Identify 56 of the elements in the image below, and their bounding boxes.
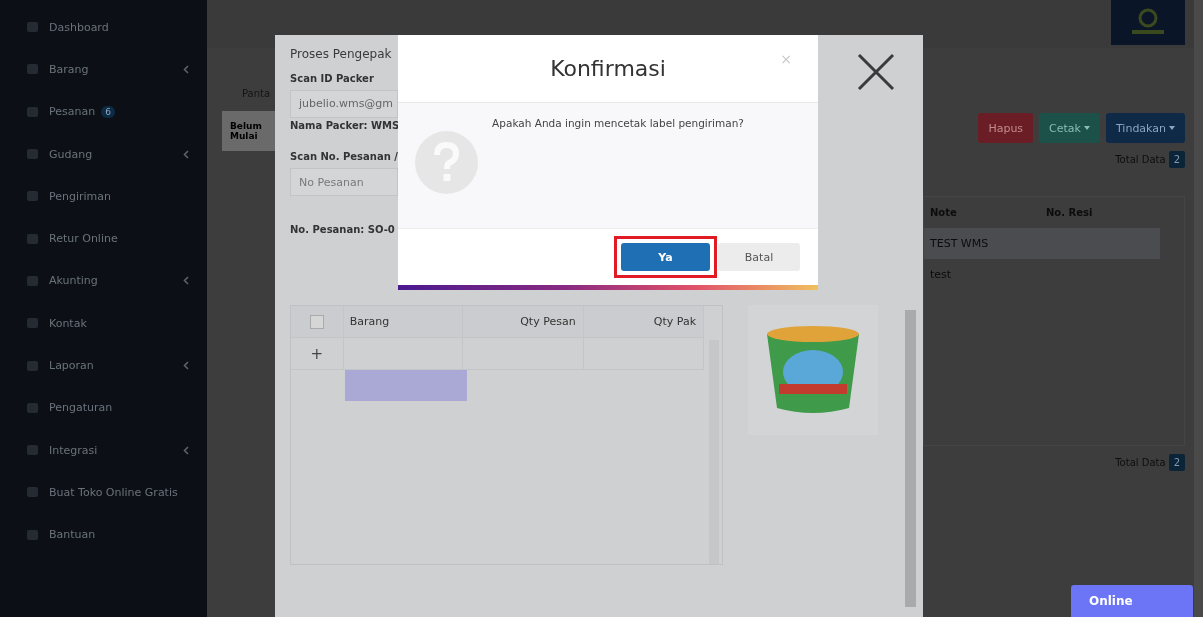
action-button[interactable]: Hapus [978, 113, 1034, 143]
menu-icon [26, 486, 39, 499]
confirm-message: Apakah Anda ingin mencetak label pengiriman? [491, 117, 745, 129]
scrollbar[interactable] [905, 310, 916, 607]
menu-icon [26, 190, 39, 203]
menu-icon [26, 63, 39, 76]
count-badge: 2 [1168, 151, 1185, 168]
chat-button[interactable]: Online [1071, 585, 1193, 617]
sidebar-item[interactable]: Kontak [0, 302, 207, 345]
cancel-button[interactable]: Batal [718, 243, 800, 271]
sidebar-item[interactable]: Pesanan 6 [0, 90, 207, 133]
menu-icon [26, 444, 39, 457]
menu-icon [26, 148, 39, 161]
column-header: Qty Pak [583, 306, 704, 337]
dialog-title: Konfirmasi [550, 56, 666, 81]
count-badge: 6 [101, 105, 115, 118]
menu-icon [26, 401, 39, 414]
sidebar-item[interactable]: Barang [0, 48, 207, 91]
table-row[interactable]: TEST WMS [924, 228, 1160, 259]
sidebar-item[interactable]: Buat Toko Online Gratis [0, 471, 207, 514]
close-icon[interactable] [857, 53, 895, 91]
scrollbar[interactable] [1194, 0, 1203, 617]
field-label: Scan No. Pesanan / [290, 151, 398, 162]
sidebar-item[interactable]: Gudang [0, 132, 207, 176]
order-number: No. Pesanan: SO-0 [290, 224, 395, 235]
input-field[interactable]: No Pesanan [290, 168, 398, 196]
menu-icon [26, 359, 39, 372]
menu-icon [26, 274, 39, 287]
action-button[interactable]: Tindakan [1105, 113, 1185, 143]
add-row-button[interactable]: + [291, 338, 344, 369]
sidebar-item[interactable]: Bantuan [0, 513, 207, 556]
packer-name: Nama Packer: WMS [290, 120, 400, 131]
dialog-title: Proses Pengepak [290, 47, 392, 61]
sidebar-item[interactable]: Retur Online [0, 217, 207, 260]
menu-icon [26, 21, 39, 34]
sidebar-item[interactable]: Pengaturan [0, 386, 207, 429]
input-field[interactable]: jubelio.wms@gm [290, 90, 398, 118]
field-label: Scan ID Packer [290, 73, 374, 84]
sidebar-item[interactable]: Dashboard [0, 6, 207, 49]
menu-icon [26, 105, 39, 118]
status-label: Belum Mulai [230, 121, 260, 141]
menu-icon [26, 232, 39, 245]
column-header: Barang [343, 306, 464, 337]
sidebar-item[interactable]: Akunting [0, 259, 207, 303]
sidebar-item[interactable]: Laporan [0, 344, 207, 387]
checkbox[interactable] [309, 314, 324, 329]
count-badge: 2 [1168, 454, 1185, 471]
menu-icon [26, 528, 39, 541]
sidebar-item[interactable]: Pengiriman [0, 175, 207, 218]
table-cell-text: TEST WMS [929, 237, 990, 250]
menu-icon [26, 317, 39, 330]
confirm-button[interactable]: Ya [621, 243, 710, 271]
column-header: Qty Pesan [463, 306, 584, 337]
logo-icon [1111, 0, 1185, 45]
sidebar-item[interactable]: Integrasi [0, 428, 207, 472]
action-button[interactable]: Cetak [1039, 113, 1100, 143]
